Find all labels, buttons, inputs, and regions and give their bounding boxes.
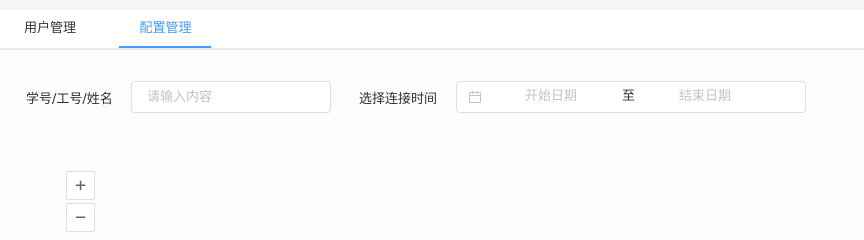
id-name-input[interactable] — [131, 81, 331, 113]
calendar-icon — [469, 91, 481, 103]
connection-time-label: 选择连接时间 — [359, 92, 438, 107]
range-separator: 至 — [622, 89, 636, 104]
top-strip — [0, 0, 864, 10]
tab-config-management[interactable]: 配置管理 — [120, 10, 211, 48]
tab-bar: 用户管理 配置管理 — [0, 10, 864, 50]
start-date-input[interactable]: 开始日期 — [525, 82, 577, 112]
filter-panel: 学号/工号/姓名 选择连接时间 开始日期 至 结束日期 + − — [0, 50, 864, 240]
end-date-input[interactable]: 结束日期 — [679, 82, 731, 112]
tab-user-management[interactable]: 用户管理 — [24, 10, 76, 48]
zoom-in-button[interactable]: + — [66, 171, 95, 200]
id-name-label: 学号/工号/姓名 — [26, 92, 113, 107]
active-tab-indicator — [119, 46, 211, 48]
zoom-out-button[interactable]: − — [66, 203, 95, 232]
date-range-picker[interactable]: 开始日期 至 结束日期 — [456, 81, 806, 113]
